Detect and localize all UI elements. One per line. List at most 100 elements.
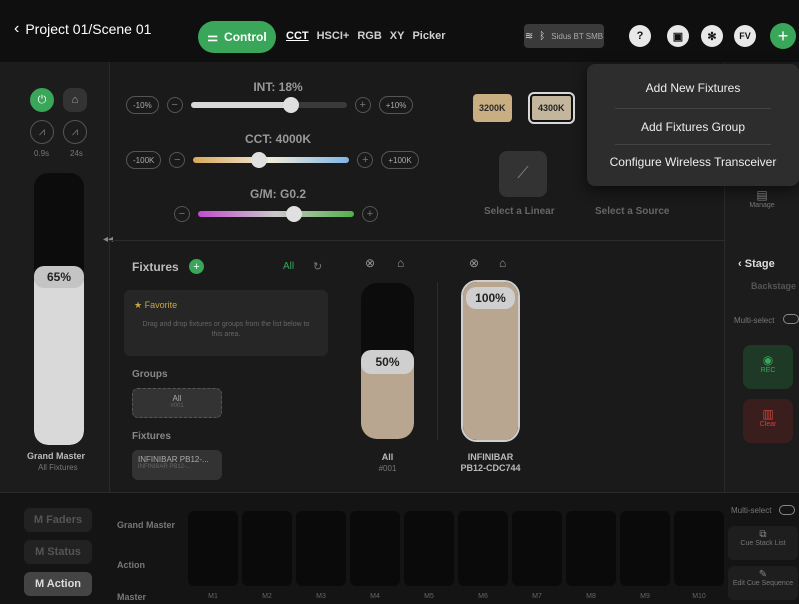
edit-cue-label: Edit Cue Sequence: [732, 580, 794, 587]
rec-label: REC: [760, 367, 776, 374]
int-row: -10% − + +10%: [126, 96, 414, 114]
group-item[interactable]: All #001: [132, 388, 222, 418]
int-plus-icon[interactable]: +: [354, 97, 371, 113]
printer-icon: ▤: [756, 188, 768, 202]
master-slot[interactable]: [674, 511, 724, 586]
menu-add-fixtures-group[interactable]: Add Fixtures Group: [587, 120, 799, 134]
manage-button[interactable]: ▤ Manage: [733, 188, 791, 224]
tab-hsci[interactable]: HSCI+: [317, 30, 350, 42]
power-icon[interactable]: ⏻: [30, 88, 54, 112]
master-slot-label: M3: [316, 593, 326, 600]
preset-4300k[interactable]: 4300K: [528, 92, 575, 124]
master-slot[interactable]: [620, 511, 670, 586]
tab-xy[interactable]: XY: [390, 30, 405, 42]
gm-minus-icon[interactable]: −: [174, 206, 190, 222]
unlock-icon[interactable]: ⌂: [499, 256, 506, 270]
fixtures-title: Fixtures: [132, 260, 179, 274]
gm-plus-icon[interactable]: +: [362, 206, 378, 222]
close-icon[interactable]: ⊗: [469, 256, 479, 270]
favorite-panel[interactable]: ★ Favorite Drag and drop fixtures or gro…: [124, 290, 328, 356]
int-minus-icon[interactable]: −: [166, 97, 183, 113]
record-icon: ◉: [762, 353, 774, 367]
rec-button[interactable]: ◉ REC: [743, 345, 793, 389]
control-button[interactable]: ⚌ Control: [198, 21, 276, 53]
gm-slider[interactable]: [198, 206, 354, 222]
int-slider-knob[interactable]: [282, 97, 299, 113]
fixture-item[interactable]: INFINIBAR PB12-... INFINIBAR PB12-...: [132, 450, 222, 480]
control-label: Control: [224, 30, 267, 44]
tab-rgb[interactable]: RGB: [357, 30, 381, 42]
master-slot[interactable]: [512, 511, 562, 586]
gm-slider-knob[interactable]: [286, 206, 302, 222]
refresh-icon[interactable]: ↻: [313, 260, 322, 273]
master-slot[interactable]: [350, 511, 400, 586]
preset-3200k[interactable]: 3200K: [473, 94, 512, 122]
multiselect-toggle[interactable]: [783, 314, 799, 324]
edit-cue-button[interactable]: ✎ Edit Cue Sequence: [728, 566, 798, 600]
bottom-multiselect-toggle[interactable]: [779, 505, 795, 515]
cct-slider-knob[interactable]: [251, 152, 268, 168]
master-slot[interactable]: [188, 511, 238, 586]
select-source[interactable]: Select a Source: [595, 206, 669, 217]
fade-out-icon[interactable]: ⩘: [63, 120, 87, 144]
fade-in-icon[interactable]: ⩘: [30, 120, 54, 144]
app-window: ‹ Project 01/Scene 01 ⚌ Control CCT HSCI…: [0, 0, 799, 604]
fade-out-value: 24s: [70, 149, 83, 158]
unlock-icon[interactable]: ⌂: [397, 256, 404, 270]
cct-title: CCT: 4000K: [244, 132, 312, 146]
master-slot[interactable]: [566, 511, 616, 586]
int-slider[interactable]: [190, 97, 347, 113]
avatar[interactable]: FV: [734, 25, 756, 47]
backstage-label[interactable]: Backstage: [751, 281, 796, 291]
fader-infinibar-label: INFINIBAR: [467, 452, 514, 462]
int-minus10-button[interactable]: -10%: [126, 96, 159, 114]
filter-all[interactable]: All: [283, 261, 294, 272]
drop-hint: Drag and drop fixtures or groups from th…: [142, 321, 310, 338]
cct-minus-icon[interactable]: −: [169, 152, 186, 168]
menu-add-new-fixtures[interactable]: Add New Fixtures: [587, 81, 799, 95]
connection-status[interactable]: ≋ ᛒ Sidus BT SMB: [524, 24, 604, 48]
chevron-left-icon: ‹: [14, 20, 20, 37]
divider: [110, 240, 724, 241]
cue-stack-button[interactable]: ⧉ Cue Stack List: [728, 526, 798, 560]
cct-slider[interactable]: [193, 152, 350, 168]
fixture-sub: INFINIBAR PB12-...: [138, 464, 192, 470]
menu-configure-wireless[interactable]: Configure Wireless Transceiver: [587, 155, 799, 169]
tab-m-action[interactable]: M Action: [24, 572, 92, 596]
chat-icon[interactable]: ▣: [667, 25, 689, 47]
master-slot-label: M1: [208, 593, 218, 600]
gear-icon[interactable]: ✻: [701, 25, 723, 47]
grand-master-fill: [34, 268, 84, 445]
trash-icon: ▥: [762, 407, 774, 421]
tab-picker[interactable]: Picker: [412, 30, 445, 42]
back-button[interactable]: ‹ Project 01/Scene 01: [14, 20, 151, 38]
add-fixture-icon[interactable]: +: [189, 259, 204, 274]
clear-button[interactable]: ▥ Clear: [743, 399, 793, 443]
help-icon[interactable]: ?: [629, 25, 651, 47]
master-slot[interactable]: [242, 511, 292, 586]
int-plus10-button[interactable]: +10%: [378, 96, 414, 114]
favorite-label: ★ Favorite: [134, 300, 178, 310]
master-slot[interactable]: [404, 511, 454, 586]
tab-m-status[interactable]: M Status: [24, 540, 92, 564]
add-button[interactable]: +: [770, 23, 796, 49]
master-slot-label: M7: [532, 593, 542, 600]
fixture-name: INFINIBAR PB12-...: [138, 455, 209, 464]
close-icon[interactable]: ⊗: [365, 256, 375, 270]
lock-icon[interactable]: ⌂: [63, 88, 87, 112]
tab-cct[interactable]: CCT: [286, 30, 309, 42]
select-linear[interactable]: Select a Linear: [484, 206, 555, 217]
cct-plus-icon[interactable]: +: [357, 152, 374, 168]
grand-master-fader[interactable]: [34, 173, 84, 445]
master-slot-label: M6: [478, 593, 488, 600]
master-slot[interactable]: [296, 511, 346, 586]
tab-m-faders[interactable]: M Faders: [24, 508, 92, 532]
fader-infinibar-sub: PB12-CDC744: [460, 463, 521, 473]
master-slot[interactable]: [458, 511, 508, 586]
stage-back[interactable]: ‹ Stage: [738, 258, 775, 270]
fader-all-label: All: [381, 452, 394, 462]
cct-plus100-button[interactable]: +100K: [381, 151, 419, 169]
int-slider-fill: [190, 102, 291, 108]
cct-minus100-button[interactable]: -100K: [126, 151, 162, 169]
linear-icon[interactable]: ⟋: [499, 151, 547, 197]
